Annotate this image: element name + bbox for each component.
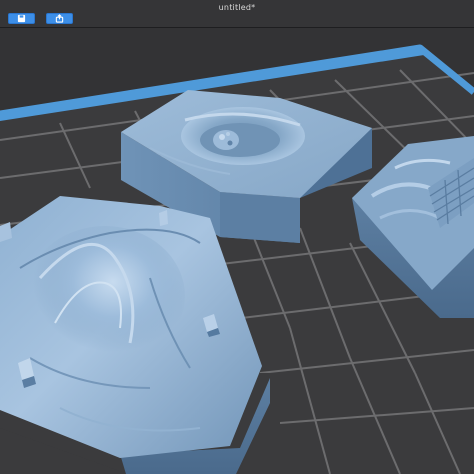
save-icon: [17, 14, 26, 23]
3d-viewport[interactable]: [0, 28, 474, 474]
window-title: untitled*: [218, 3, 256, 12]
title-bar: untitled*: [0, 0, 474, 28]
share-button[interactable]: [46, 13, 73, 24]
build-plate-scene[interactable]: [0, 28, 474, 474]
share-icon: [55, 14, 64, 23]
save-button[interactable]: [8, 13, 35, 24]
crater-rock: [213, 130, 239, 150]
